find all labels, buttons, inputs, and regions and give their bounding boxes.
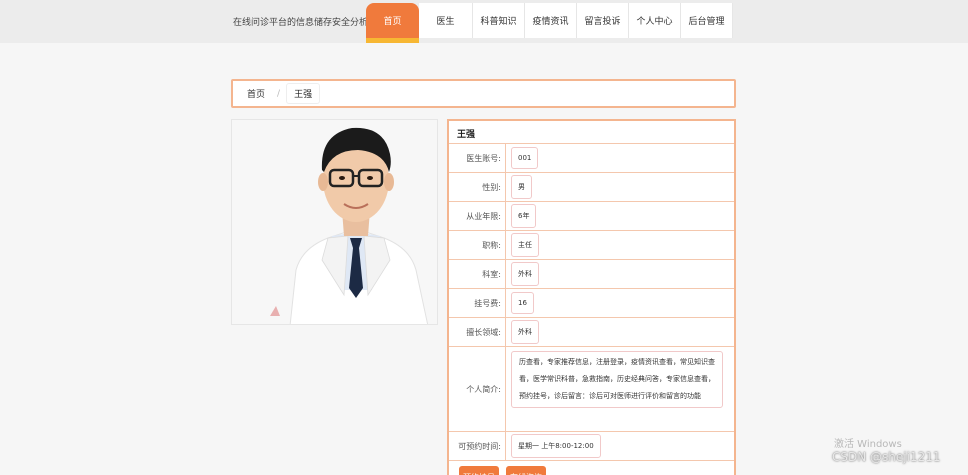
- breadcrumb-separator: /: [277, 88, 281, 99]
- doctor-photo: [231, 119, 438, 325]
- field-row-account: 医生账号: 001: [449, 144, 734, 173]
- field-label: 职称:: [449, 231, 506, 259]
- field-label: 科室:: [449, 260, 506, 288]
- top-navigation-bar: 在线问诊平台的信息储存安全分析 首页 医生 科普知识 疫情资讯 留言投诉 个人中…: [0, 0, 968, 43]
- field-label: 从业年限:: [449, 202, 506, 230]
- field-value-available-time: 星期一 上午8:00-12:00: [511, 434, 601, 458]
- field-row-available-time: 可预约时间: 星期一 上午8:00-12:00: [449, 432, 734, 461]
- field-value-years: 6年: [511, 204, 537, 228]
- book-appointment-button[interactable]: 预约挂号: [459, 466, 499, 475]
- nav-doctors[interactable]: 医生: [419, 3, 473, 38]
- main-nav: 首页 医生 科普知识 疫情资讯 留言投诉 个人中心 后台管理: [366, 3, 733, 43]
- field-row-department: 科室: 外科: [449, 260, 734, 289]
- doctor-portrait-image: [232, 120, 437, 324]
- nav-messages[interactable]: 留言投诉: [577, 3, 629, 38]
- field-label: 医生账号:: [449, 144, 506, 172]
- field-label: 个人简介:: [449, 347, 506, 431]
- field-value-department: 外科: [511, 262, 539, 286]
- field-label: 擅长领域:: [449, 318, 506, 346]
- breadcrumb-home-link[interactable]: 首页: [241, 87, 271, 100]
- nav-admin[interactable]: 后台管理: [681, 3, 733, 38]
- breadcrumb-current: 王强: [286, 83, 321, 104]
- doctor-name: 王强: [449, 121, 734, 144]
- field-row-title: 职称: 主任: [449, 231, 734, 260]
- csdn-watermark: CSDN @sheji1211: [832, 450, 941, 464]
- site-title: 在线问诊平台的信息储存安全分析: [233, 18, 369, 28]
- field-row-gender: 性别: 男: [449, 173, 734, 202]
- field-value-account: 001: [511, 147, 539, 169]
- field-label: 挂号费:: [449, 289, 506, 317]
- action-buttons: 预约挂号 在线咨询: [449, 461, 734, 475]
- field-value-intro: 历查看，专家推荐信息，注册登录，疫情资讯查看，常见知识查看，医学常识科普，急救指…: [511, 351, 723, 408]
- online-consult-button[interactable]: 在线咨询: [506, 466, 546, 475]
- field-value-title: 主任: [511, 233, 539, 257]
- field-row-years: 从业年限: 6年: [449, 202, 734, 231]
- field-label: 性别:: [449, 173, 506, 201]
- nav-epidemic-news[interactable]: 疫情资讯: [525, 3, 577, 38]
- nav-home[interactable]: 首页: [366, 3, 419, 43]
- field-value-fee: 16: [511, 292, 534, 314]
- breadcrumb: 首页 / 王强: [231, 79, 736, 108]
- field-value-gender: 男: [511, 175, 532, 199]
- nav-personal-center[interactable]: 个人中心: [629, 3, 681, 38]
- field-label: 可预约时间:: [449, 432, 506, 460]
- windows-activation-watermark: 激活 Windows: [834, 439, 902, 450]
- field-row-fee: 挂号费: 16: [449, 289, 734, 318]
- field-row-intro: 个人简介: 历查看，专家推荐信息，注册登录，疫情资讯查看，常见知识查看，医学常识…: [449, 347, 734, 432]
- doctor-details-panel: 王强 医生账号: 001 性别: 男 从业年限: 6年 职称: 主任 科室: 外…: [447, 119, 736, 475]
- nav-science[interactable]: 科普知识: [473, 3, 525, 38]
- field-value-specialty: 外科: [511, 320, 539, 344]
- field-row-specialty: 擅长领域: 外科: [449, 318, 734, 347]
